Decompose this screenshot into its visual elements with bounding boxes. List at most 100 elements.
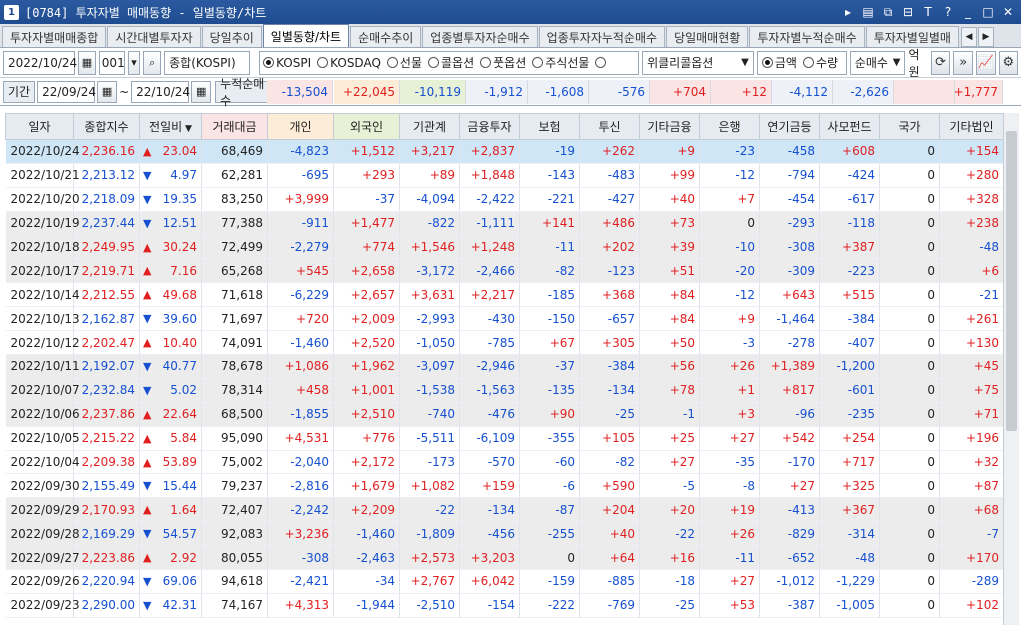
radio-6[interactable]: 주식선물 xyxy=(532,54,589,71)
value-cell: 0 xyxy=(879,163,941,188)
help-icon[interactable]: ? xyxy=(939,3,957,21)
code-input[interactable]: 001 xyxy=(98,50,125,75)
table-row[interactable]: 2022/10/05 2,215.22 ▲ 5.84 95,090 +4,531 +776-… xyxy=(5,426,1003,451)
column-header[interactable]: 종합지수 xyxy=(73,113,140,140)
value-cell: 0 xyxy=(879,473,941,499)
column-header[interactable]: 사모펀드 xyxy=(819,113,881,140)
table-row[interactable]: 2022/10/18 2,249.95 ▲ 30.24 72,499 -2,279 +774… xyxy=(5,235,1003,260)
column-header[interactable]: 연기금등 xyxy=(759,113,821,140)
net-select[interactable]: 순매수 ▼ xyxy=(849,50,906,75)
tab-1[interactable]: 투자자별매매종합 xyxy=(2,26,107,47)
column-header[interactable]: 금융투자 xyxy=(459,113,521,140)
tab-4[interactable]: 일별동향/차트 xyxy=(262,24,350,47)
tab-9[interactable]: 투자자별누적순매수 xyxy=(749,26,865,47)
table-row[interactable]: 2022/10/12 2,202.47 ▲ 10.40 74,091 -1,460 +2,5… xyxy=(5,330,1003,356)
value-cell: +40 xyxy=(639,187,701,212)
settings-icon[interactable]: ⚙ xyxy=(998,50,1019,75)
column-header[interactable]: 기관계 xyxy=(399,113,461,140)
tab-8[interactable]: 당일매매현황 xyxy=(666,26,749,47)
next-page-icon[interactable]: » xyxy=(953,50,973,75)
value-cell: +1,082 xyxy=(399,473,461,499)
chevron-down-icon[interactable]: ▼ xyxy=(741,57,749,68)
link-icon[interactable]: ⧉ xyxy=(879,3,897,21)
radio-1[interactable]: KOSPI xyxy=(263,56,311,70)
close-icon[interactable]: ✕ xyxy=(999,3,1017,21)
vertical-scrollbar[interactable] xyxy=(1003,113,1019,625)
table-row[interactable]: 2022/10/11 2,192.07 ▼ 40.77 78,678 +1,086 +1,9… xyxy=(5,354,1003,379)
table-row[interactable]: 2022/10/19 2,237.44 ▼ 12.51 77,388 -911 +1,477… xyxy=(5,211,1003,236)
cumulative-value: -2,626 xyxy=(833,80,894,104)
radio-weekly[interactable] xyxy=(595,57,607,68)
column-header[interactable]: 은행 xyxy=(699,113,761,140)
column-header[interactable]: 외국인 xyxy=(333,113,401,140)
tab-6[interactable]: 업종별투자자순매수 xyxy=(422,26,538,47)
font-icon[interactable]: T xyxy=(919,3,937,21)
table-row[interactable]: 2022/09/23 2,290.00 ▼ 42.31 74,167 +4,313 -1,9… xyxy=(5,593,1003,618)
radio-amount[interactable]: 금액 xyxy=(761,54,797,71)
value-cell: 0 xyxy=(879,306,941,332)
search-icon[interactable]: ⌕ xyxy=(143,50,162,75)
change-cell: ▼ 69.06 xyxy=(139,569,203,594)
table-row[interactable]: 2022/10/20 2,218.09 ▼ 19.35 83,250 +3,999 -37-… xyxy=(5,187,1003,212)
chevron-down-icon[interactable]: ▾ xyxy=(127,50,141,75)
chevron-down-icon[interactable]: ▼ xyxy=(893,57,901,68)
table-row[interactable]: 2022/10/14 2,212.55 ▲ 49.68 71,618 -6,229 +2,6… xyxy=(5,282,1003,308)
radio-circle-icon xyxy=(480,57,492,68)
table-row[interactable]: 2022/10/21 2,213.12 ▼ 4.97 62,281 -695 +293 +89… xyxy=(5,163,1003,188)
calendar-icon[interactable]: ▦ xyxy=(97,80,118,103)
table-row[interactable]: 2022/10/06 2,237.86 ▲ 22.64 68,500 -1,855 +2,5… xyxy=(5,402,1003,427)
play-icon[interactable]: ▸ xyxy=(839,3,857,21)
refresh-icon[interactable]: ⟳ xyxy=(930,50,951,75)
calendar-icon[interactable]: ▦ xyxy=(78,50,96,75)
value-cell: +90 xyxy=(519,402,581,427)
value-cell: -2,242 xyxy=(267,497,335,523)
column-header[interactable]: 기타법인 xyxy=(939,113,1003,140)
column-header[interactable]: 투신 xyxy=(579,113,641,140)
table-row[interactable]: 2022/10/04 2,209.38 ▲ 53.89 75,002 -2,040 +2,1… xyxy=(5,450,1003,475)
column-header[interactable]: 개인 xyxy=(267,113,335,140)
column-header[interactable]: 보험 xyxy=(519,113,581,140)
radio-5[interactable]: 풋옵션 xyxy=(480,54,526,71)
table-row[interactable]: 2022/09/30 2,155.49 ▼ 15.44 79,237 -2,816 +1,6… xyxy=(5,473,1003,499)
table-row[interactable]: 2022/10/17 2,219.71 ▲ 7.16 65,268 +545 +2,658-… xyxy=(5,258,1003,284)
tab-scroll-right-icon[interactable]: ▶ xyxy=(977,27,994,47)
tab-5[interactable]: 순매수추이 xyxy=(350,26,422,47)
table-row[interactable]: 2022/09/27 2,223.86 ▲ 2.92 80,055 -308 -2,463 +… xyxy=(5,545,1003,571)
tab-10[interactable]: 투자자별일별매 xyxy=(865,26,959,47)
column-header[interactable]: 전일비 ▼ xyxy=(138,113,203,140)
sort-icon[interactable]: ▼ xyxy=(182,124,192,134)
table-row[interactable]: 2022/10/07 2,232.84 ▼ 5.02 78,314 +458 +1,001-… xyxy=(5,378,1003,403)
table-row[interactable]: 2022/09/28 2,169.29 ▼ 54.57 92,083 +3,236 -1,4… xyxy=(5,521,1003,547)
table-row[interactable]: 2022/09/29 2,170.93 ▲ 1.64 72,407 -2,242 +2,20… xyxy=(5,497,1003,523)
value-cell: -143 xyxy=(519,163,581,188)
memo-icon[interactable]: ▤ xyxy=(859,3,877,21)
tab-3[interactable]: 당일추이 xyxy=(201,26,262,47)
column-header[interactable]: 거래대금 xyxy=(201,113,269,140)
period-from-input[interactable]: 22/09/24 xyxy=(37,80,96,103)
period-to-input[interactable]: 22/10/24 xyxy=(131,80,190,103)
scroll-thumb[interactable] xyxy=(1006,131,1017,431)
column-header[interactable]: 국가 xyxy=(879,113,941,140)
radio-qty[interactable]: 수량 xyxy=(802,54,838,71)
maximize-icon[interactable]: □ xyxy=(979,3,997,21)
weekly-option-select[interactable]: 위클리콜옵션 ▼ xyxy=(642,50,754,75)
radio-3[interactable]: 선물 xyxy=(386,54,422,71)
value-cell: 92,083 xyxy=(201,521,269,547)
radio-2[interactable]: KOSDAQ xyxy=(317,56,381,70)
table-row[interactable]: 2022/10/13 2,162.87 ▼ 39.60 71,697 +720 +2,009… xyxy=(5,306,1003,332)
restore-icon[interactable]: ⊟ xyxy=(899,3,917,21)
period-label: 기간 xyxy=(3,80,36,103)
radio-label: 콜옵션 xyxy=(441,56,475,70)
minimize-icon[interactable]: _ xyxy=(959,3,977,21)
tab-7[interactable]: 업종투자자누적순매수 xyxy=(538,26,666,47)
chart-icon[interactable]: 📈 xyxy=(975,50,996,75)
calendar-icon[interactable]: ▦ xyxy=(191,80,212,103)
table-row[interactable]: 2022/09/26 2,220.94 ▼ 69.06 94,618 -2,421 -34 +… xyxy=(5,569,1003,594)
radio-4[interactable]: 콜옵션 xyxy=(428,54,474,71)
tab-2[interactable]: 시간대별투자자 xyxy=(107,26,201,47)
tab-scroll-left-icon[interactable]: ◀ xyxy=(960,27,977,47)
table-row[interactable]: 2022/10/24 2,236.16 ▲ 23.04 68,469 -4,823 +1,5… xyxy=(5,139,1003,164)
column-header[interactable]: 일자 xyxy=(5,113,74,140)
column-header[interactable]: 기타금융 xyxy=(639,113,701,140)
date-input[interactable]: 2022/10/24 xyxy=(3,50,77,75)
